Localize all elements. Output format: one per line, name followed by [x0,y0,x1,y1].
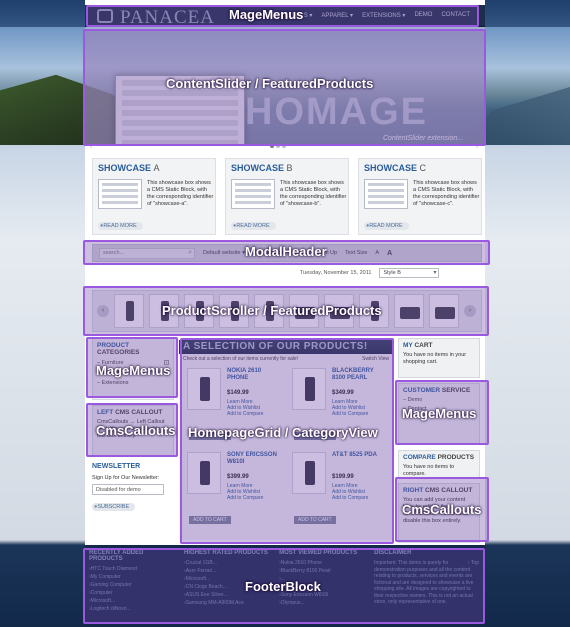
overlay-label: MageMenus [96,363,171,378]
showcase-thumbnail [364,179,408,209]
compare-title: COMPARE PRODUCTS [403,454,475,461]
my-cart-title: MY CART [403,342,433,349]
overlay-homepage-grid [180,338,394,544]
showcase-a: SHOWCASE A This showcase box shows a CMS… [92,158,216,235]
newsletter-label: Sign Up for Our Newsletter: [92,475,160,481]
current-date: Tuesday, November 15, 2011 [300,270,372,276]
showcase-text: This showcase box shows a CMS Static Blo… [147,180,214,207]
overlay-label: ContentSlider / FeaturedProducts [166,76,374,91]
my-cart-block: MY CART You have no items in your shoppi… [398,338,480,378]
showcase-thumbnail [231,179,275,209]
subscribe-button[interactable]: SUBSCRIBE [92,503,136,511]
compare-block: COMPARE PRODUCTS You have no items to co… [398,450,480,478]
showcase-b: SHOWCASE B This showcase box shows a CMS… [225,158,349,235]
overlay-label: FooterBlock [245,579,321,594]
overlay-label: HomepageGrid / CategoryView [188,425,378,440]
showcase-title: SHOWCASE B [231,163,293,173]
newsletter-email-field[interactable]: Disabled for demo [92,484,164,495]
overlay-label: CmsCallouts [96,423,176,438]
showcase-title: SHOWCASE C [364,163,427,173]
overlay-label: ModalHeader [245,244,327,259]
overlay-label: MageMenus [229,7,304,22]
showcase-text: This showcase box shows a CMS Static Blo… [413,180,480,207]
newsletter-title: NEWSLETTER [92,463,141,470]
my-cart-text: You have no items in your shopping cart. [403,352,467,365]
showcase-text: This showcase box shows a CMS Static Blo… [280,180,347,207]
read-more-button[interactable]: READ MORE [231,222,276,230]
date-style-bar: Tuesday, November 15, 2011 Style B [300,268,440,278]
read-more-button[interactable]: READ MORE [98,222,143,230]
style-select[interactable]: Style B [379,268,440,278]
overlay-label: CmsCallouts [402,502,482,517]
showcase-title: SHOWCASE A [98,163,160,173]
showcase-c: SHOWCASE C This showcase box shows a CMS… [358,158,482,235]
newsletter-block: NEWSLETTER Sign Up for Our Newsletter: D… [92,463,174,511]
read-more-button[interactable]: READ MORE [364,222,409,230]
overlay-label: ProductScroller / FeaturedProducts [162,303,382,318]
overlay-label: MageMenus [402,406,477,421]
showcase-row: SHOWCASE A This showcase box shows a CMS… [92,158,482,235]
compare-text: You have no items to compare. [403,464,455,477]
showcase-thumbnail [98,179,142,209]
